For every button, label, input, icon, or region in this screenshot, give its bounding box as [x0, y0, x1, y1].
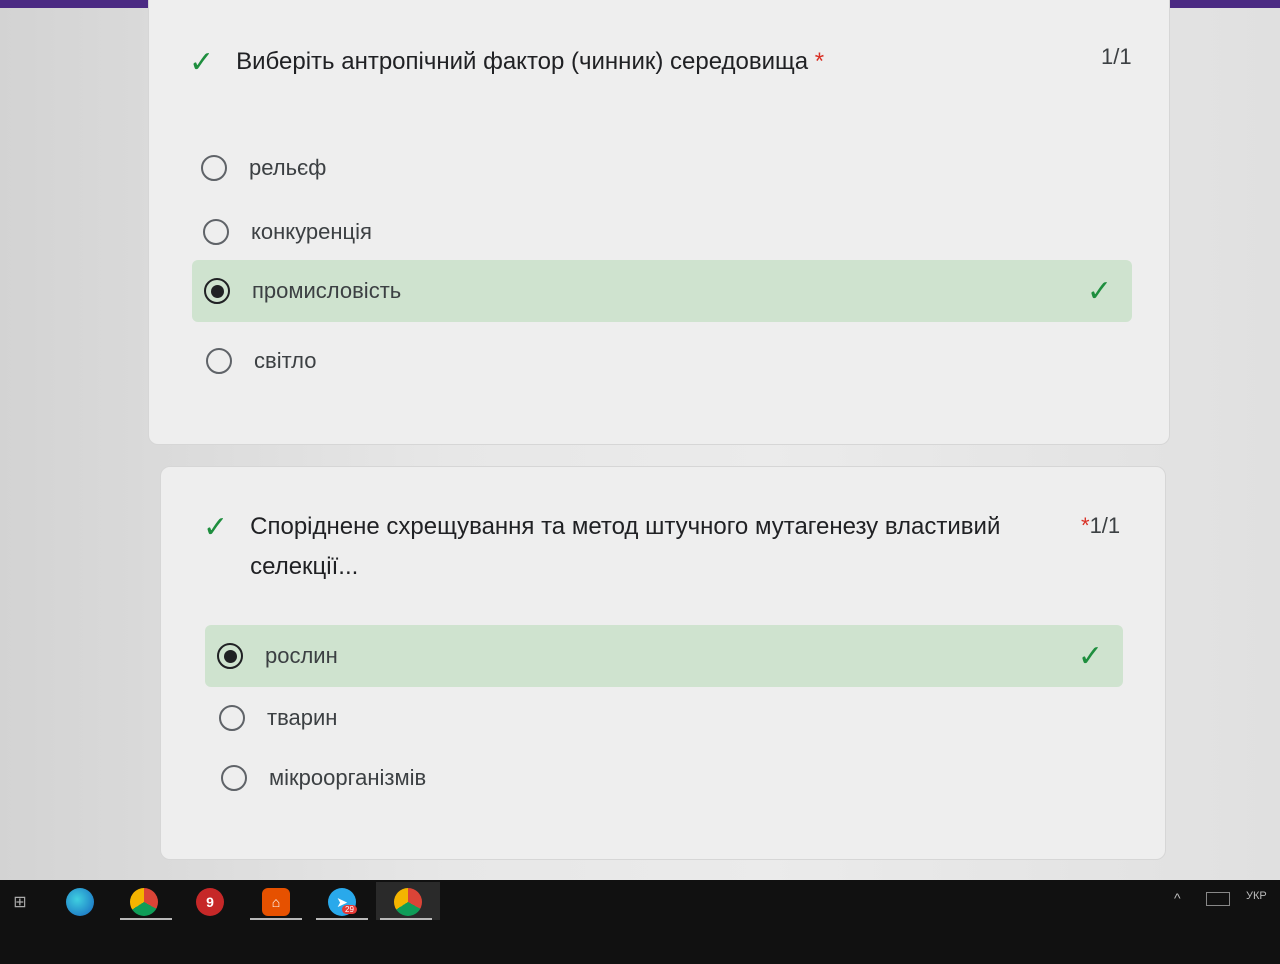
taskbar — [0, 880, 1280, 964]
required-mark: * — [1081, 513, 1090, 538]
question-title: Виберіть антропічний фактор (чинник) сер… — [236, 48, 825, 75]
question-title: Споріднене схрещування та метод штучного… — [250, 513, 1001, 580]
chrome-profile-active-indicator — [380, 918, 432, 920]
office-active-indicator — [250, 918, 302, 920]
question-header-1: ✓ Виберіть антропічний фактор (чинник) с… — [189, 42, 824, 82]
radio-button[interactable] — [221, 765, 247, 791]
option-label: промисловість — [252, 278, 402, 303]
option-light[interactable]: світло — [206, 330, 1106, 392]
radio-button[interactable] — [206, 348, 232, 374]
option-label: мікроорганізмів — [269, 765, 427, 790]
edge-icon[interactable] — [66, 888, 94, 916]
question-card-1: ✓ Виберіть антропічний фактор (чинник) с… — [148, 0, 1170, 445]
option-industry[interactable]: промисловість ✓ — [192, 260, 1132, 322]
chrome-active-indicator — [120, 918, 172, 920]
question-header-2: ✓ Споріднене схрещування та метод штучно… — [203, 507, 1060, 587]
required-mark: * — [814, 48, 825, 75]
radio-button-selected[interactable] — [204, 278, 230, 304]
tray-chevron-icon[interactable]: ^ — [1174, 890, 1181, 906]
correct-answer-check-icon: ✓ — [1077, 639, 1103, 673]
option-label: світло — [254, 348, 317, 373]
telegram-active-indicator — [316, 918, 368, 920]
option-label: рослин — [265, 643, 338, 668]
question-card-2: ✓ Споріднене схрещування та метод штучно… — [160, 466, 1166, 860]
option-competition[interactable]: конкуренція — [203, 201, 1103, 263]
office-icon[interactable]: ⌂ — [262, 888, 290, 916]
language-indicator[interactable]: УКР — [1246, 890, 1267, 902]
correct-check-icon: ✓ — [203, 511, 229, 544]
option-relief[interactable]: рельєф — [201, 137, 1101, 199]
task-view-icon[interactable]: ⊞ — [8, 888, 32, 916]
chrome-icon[interactable] — [130, 888, 158, 916]
radio-button[interactable] — [203, 219, 229, 245]
app-icon[interactable]: 9 — [196, 888, 224, 916]
option-label: тварин — [267, 705, 338, 730]
radio-button[interactable] — [201, 155, 227, 181]
radio-button[interactable] — [219, 705, 245, 731]
option-plants[interactable]: рослин ✓ — [205, 625, 1123, 687]
question-score: *1/1 — [1081, 513, 1121, 538]
telegram-badge: 29 — [342, 905, 357, 914]
chrome-profile-icon[interactable] — [394, 888, 422, 916]
option-label: рельєф — [249, 155, 327, 180]
option-label: конкуренція — [251, 219, 372, 244]
correct-answer-check-icon: ✓ — [1086, 274, 1112, 308]
correct-check-icon: ✓ — [189, 46, 215, 79]
option-animals[interactable]: тварин — [219, 687, 1099, 749]
option-microorganisms[interactable]: мікроорганізмів — [221, 747, 1101, 809]
keyboard-icon[interactable] — [1206, 892, 1230, 906]
radio-button-selected[interactable] — [217, 643, 243, 669]
question-score: 1/1 — [1101, 44, 1132, 69]
